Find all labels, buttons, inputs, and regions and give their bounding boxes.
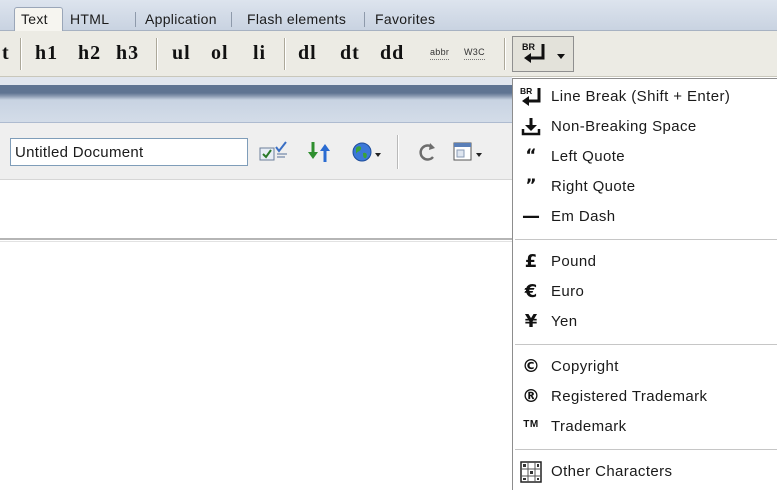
right-quote-icon: ” <box>518 175 544 199</box>
menu-separator <box>513 442 777 457</box>
registered-trademark-glyph: ® <box>522 386 540 407</box>
em-dash-icon: — <box>518 205 544 229</box>
panel-gap <box>0 77 512 85</box>
document-window-title-bar[interactable] <box>0 85 512 122</box>
em-dash-glyph: — <box>522 206 540 227</box>
euro-icon: € <box>518 280 544 304</box>
insert-bar-tabs: Text HTML Application Flash elements Fav… <box>0 0 777 31</box>
menu-item-line-break[interactable]: BR Line Break (Shift + Enter) <box>513 82 777 112</box>
menu-separator <box>513 337 777 352</box>
menu-item-registered-trademark[interactable]: ® Registered Trademark <box>513 382 777 412</box>
pound-glyph: £ <box>524 251 538 272</box>
unordered-list-button[interactable]: ul <box>172 39 191 67</box>
ordered-list-button[interactable]: ol <box>211 39 229 67</box>
menu-item-pound[interactable]: £ Pound <box>513 247 777 277</box>
non-breaking-space-icon <box>518 115 544 139</box>
toolbar-separator <box>397 135 399 169</box>
menu-item-label: Trademark <box>551 418 627 435</box>
toolbar-separator <box>284 38 286 70</box>
menu-item-em-dash[interactable]: — Em Dash <box>513 202 777 232</box>
pound-icon: £ <box>518 250 544 274</box>
menu-item-label: Line Break (Shift + Enter) <box>551 88 731 105</box>
menu-item-label: Em Dash <box>551 208 616 225</box>
special-characters-menu: BR Line Break (Shift + Enter) Non-Breaki… <box>512 78 777 490</box>
menu-item-label: Yen <box>551 313 578 330</box>
toolbar-separator <box>156 38 158 70</box>
list-item-button[interactable]: li <box>253 39 266 67</box>
tab-application[interactable]: Application <box>138 8 224 31</box>
right-quote-glyph: ” <box>525 176 537 196</box>
line-break-icon: BR <box>522 42 545 63</box>
design-view[interactable] <box>0 180 512 490</box>
toolbar-button-partial[interactable]: t <box>2 39 10 67</box>
tab-separator <box>231 12 232 27</box>
other-characters-icon <box>518 460 544 484</box>
tab-separator <box>364 12 365 27</box>
refresh-icon[interactable] <box>417 140 439 164</box>
menu-item-trademark[interactable]: TM Trademark <box>513 412 777 442</box>
validate-markup-icon[interactable] <box>258 140 290 164</box>
document-toolbar <box>0 122 512 180</box>
file-management-icon[interactable] <box>305 140 335 164</box>
definition-description-button[interactable]: dd <box>380 39 404 67</box>
menu-item-copyright[interactable]: © Copyright <box>513 352 777 382</box>
menu-item-label: Left Quote <box>551 148 626 165</box>
tab-text[interactable]: Text <box>14 7 63 31</box>
menu-item-label: Pound <box>551 253 597 270</box>
trademark-icon: TM <box>518 415 544 439</box>
menu-item-label: Copyright <box>551 358 619 375</box>
yen-glyph: ¥ <box>524 311 538 332</box>
menu-item-label: Euro <box>551 283 585 300</box>
copyright-icon: © <box>518 355 544 379</box>
menu-item-euro[interactable]: € Euro <box>513 277 777 307</box>
yen-icon: ¥ <box>518 310 544 334</box>
menu-item-right-quote[interactable]: ” Right Quote <box>513 172 777 202</box>
menu-item-left-quote[interactable]: “ Left Quote <box>513 142 777 172</box>
menu-item-label: Non-Breaking Space <box>551 118 697 135</box>
heading-2-button[interactable]: h2 <box>78 39 101 67</box>
characters-button[interactable]: BR <box>512 36 574 72</box>
menu-item-label: Registered Trademark <box>551 388 708 405</box>
acronym-button[interactable]: W3C <box>464 46 485 60</box>
insert-toolbar: t h1 h2 h3 ul ol li dl dt dd abbr W3C BR <box>0 31 777 77</box>
definition-term-button[interactable]: dt <box>340 39 360 67</box>
menu-item-label: Other Characters <box>551 463 673 480</box>
view-options-icon[interactable] <box>452 140 486 164</box>
heading-3-button[interactable]: h3 <box>116 39 139 67</box>
line-break-icon: BR <box>518 85 544 109</box>
menu-item-other-characters[interactable]: Other Characters <box>513 457 777 487</box>
chevron-down-icon[interactable] <box>557 54 565 59</box>
menu-item-label: Right Quote <box>551 178 636 195</box>
line-break-icon-text: BR <box>520 86 532 96</box>
document-title-input[interactable] <box>10 138 248 166</box>
tab-separator <box>135 12 136 27</box>
abbreviation-button[interactable]: abbr <box>430 46 450 60</box>
left-quote-glyph: “ <box>525 146 537 166</box>
tab-favorites[interactable]: Favorites <box>368 8 442 31</box>
menu-item-non-breaking-space[interactable]: Non-Breaking Space <box>513 112 777 142</box>
view-divider <box>0 238 512 242</box>
menu-separator <box>513 232 777 247</box>
heading-1-button[interactable]: h1 <box>35 39 58 67</box>
menu-item-yen[interactable]: ¥ Yen <box>513 307 777 337</box>
tab-flash-elements[interactable]: Flash elements <box>240 8 353 31</box>
registered-trademark-icon: ® <box>518 385 544 409</box>
toolbar-separator <box>504 38 506 70</box>
copyright-glyph: © <box>522 356 540 377</box>
tab-html[interactable]: HTML <box>63 8 116 31</box>
line-break-icon-text: BR <box>522 42 535 52</box>
left-quote-icon: “ <box>518 145 544 169</box>
definition-list-button[interactable]: dl <box>298 39 317 67</box>
preview-in-browser-icon[interactable] <box>350 140 386 164</box>
euro-glyph: € <box>524 281 538 302</box>
trademark-glyph: TM <box>523 419 539 430</box>
toolbar-separator <box>20 38 22 70</box>
